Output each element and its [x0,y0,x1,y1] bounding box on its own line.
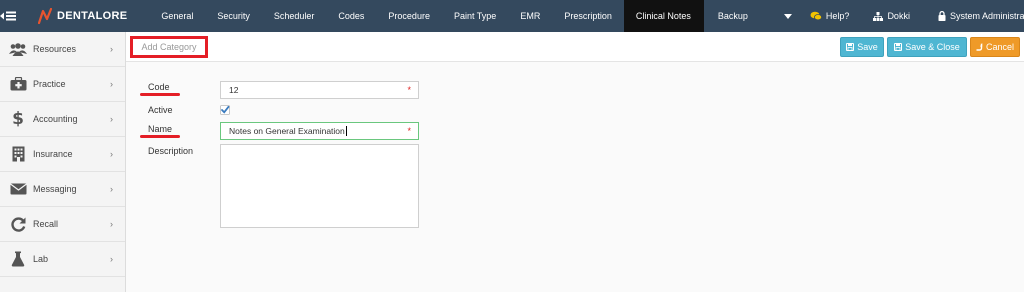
nav-paint-type[interactable]: Paint Type [442,0,508,32]
cancel-button-label: Cancel [985,42,1014,52]
description-label: Description [148,146,194,156]
name-input[interactable]: Notes on General Examination * [220,122,419,140]
chevron-right-icon: › [110,184,113,194]
menu-collapse-icon [0,11,16,21]
brand-name: DENTALORE [57,10,128,22]
sidebar-item-messaging[interactable]: Messaging › [0,172,125,207]
sidebar-item-resources[interactable]: Resources › [0,32,125,67]
save-button-label: Save [857,42,878,52]
clinic-selector[interactable]: Dokki [863,0,920,32]
building-icon [8,145,28,163]
undo-icon [976,43,983,51]
sidebar-item-lab[interactable]: Lab › [0,242,125,277]
page-title: Add Category [130,36,208,58]
save-button[interactable]: Save [840,37,884,57]
sidebar-item-practice[interactable]: Practice › [0,67,125,102]
caret-down-icon [783,13,792,19]
envelope-icon [8,180,28,198]
dentalore-logo-icon [38,8,52,24]
page-title-text: Add Category [141,42,197,52]
help-label: Help? [825,11,850,21]
code-input[interactable]: 12 * [220,81,419,99]
nav-codes[interactable]: Codes [326,0,376,32]
save-and-close-button[interactable]: Save & Close [887,37,967,57]
chevron-right-icon: › [110,149,113,159]
text-cursor [345,126,347,136]
floppy-disk-icon [846,43,855,51]
dollar-icon: $ [12,109,24,129]
nav-security[interactable]: Security [205,0,262,32]
sitemap-icon [873,11,884,21]
sidebar-item-label: Practice [33,79,66,89]
chevron-right-icon: › [110,79,113,89]
name-annotation-underline [140,135,180,138]
cancel-button[interactable]: Cancel [970,37,1020,57]
sidebar-toggle-button[interactable] [0,0,16,32]
name-input-value: Notes on General Examination [229,126,345,136]
chat-bubbles-icon [810,11,822,21]
sidebar-item-label: Lab [33,254,49,264]
user-menu[interactable]: System Administrator [928,0,1024,32]
nav-procedure[interactable]: Procedure [376,0,442,32]
code-input-value: 12 [229,85,239,95]
page-toolbar: Add Category Save Save & Close Cancel [126,32,1024,62]
nav-clinical-notes[interactable]: Clinical Notes [623,0,704,32]
name-label: Name [148,124,173,134]
chevron-right-icon: › [110,254,113,264]
sidebar-item-label: Insurance [33,149,73,159]
sidebar-item-label: Messaging [33,184,77,194]
chevron-right-icon: › [110,44,113,54]
nav-general[interactable]: General [149,0,205,32]
sidebar-item-insurance[interactable]: Insurance › [0,137,125,172]
help-link[interactable]: Help? [800,0,860,32]
save-and-close-button-label: Save & Close [905,42,960,52]
description-textarea[interactable] [220,144,419,228]
medkit-icon [8,75,28,93]
more-menu-dropdown[interactable] [783,0,792,32]
lock-icon [938,11,946,21]
sidebar-item-accounting[interactable]: $ Accounting › [0,102,125,137]
users-icon [8,40,28,58]
flask-icon [8,250,28,268]
sidebar-item-label: Accounting [33,114,78,124]
nav-prescription[interactable]: Prescription [552,0,624,32]
sidebar-item-recall[interactable]: Recall › [0,207,125,242]
sidebar: Resources › Practice › $ Accounting › In… [0,32,126,292]
active-label: Active [148,105,173,115]
clinic-label: Dokki [887,11,910,21]
refresh-icon [8,215,28,233]
user-label: System Administrator [949,11,1024,21]
code-label: Code [148,82,170,92]
sidebar-item-label: Resources [33,44,77,54]
nav-scheduler[interactable]: Scheduler [262,0,327,32]
nav-backup[interactable]: Backup [704,0,760,32]
main-nav: General Security Scheduler Codes Procedu… [149,0,760,32]
required-asterisk: * [407,85,411,95]
chevron-right-icon: › [110,114,113,124]
required-asterisk: * [407,126,411,136]
top-navbar: DENTALORE General Security Scheduler Cod… [0,0,1024,32]
floppy-disk-icon [894,43,903,51]
code-annotation-underline [140,93,180,96]
nav-emr[interactable]: EMR [508,0,552,32]
active-checkbox[interactable] [220,105,230,115]
sidebar-item-label: Recall [33,219,59,229]
chevron-right-icon: › [110,219,113,229]
category-form: Code 12 * Active Name Notes on General E… [126,62,1024,292]
brand-logo[interactable]: DENTALORE [38,0,127,32]
